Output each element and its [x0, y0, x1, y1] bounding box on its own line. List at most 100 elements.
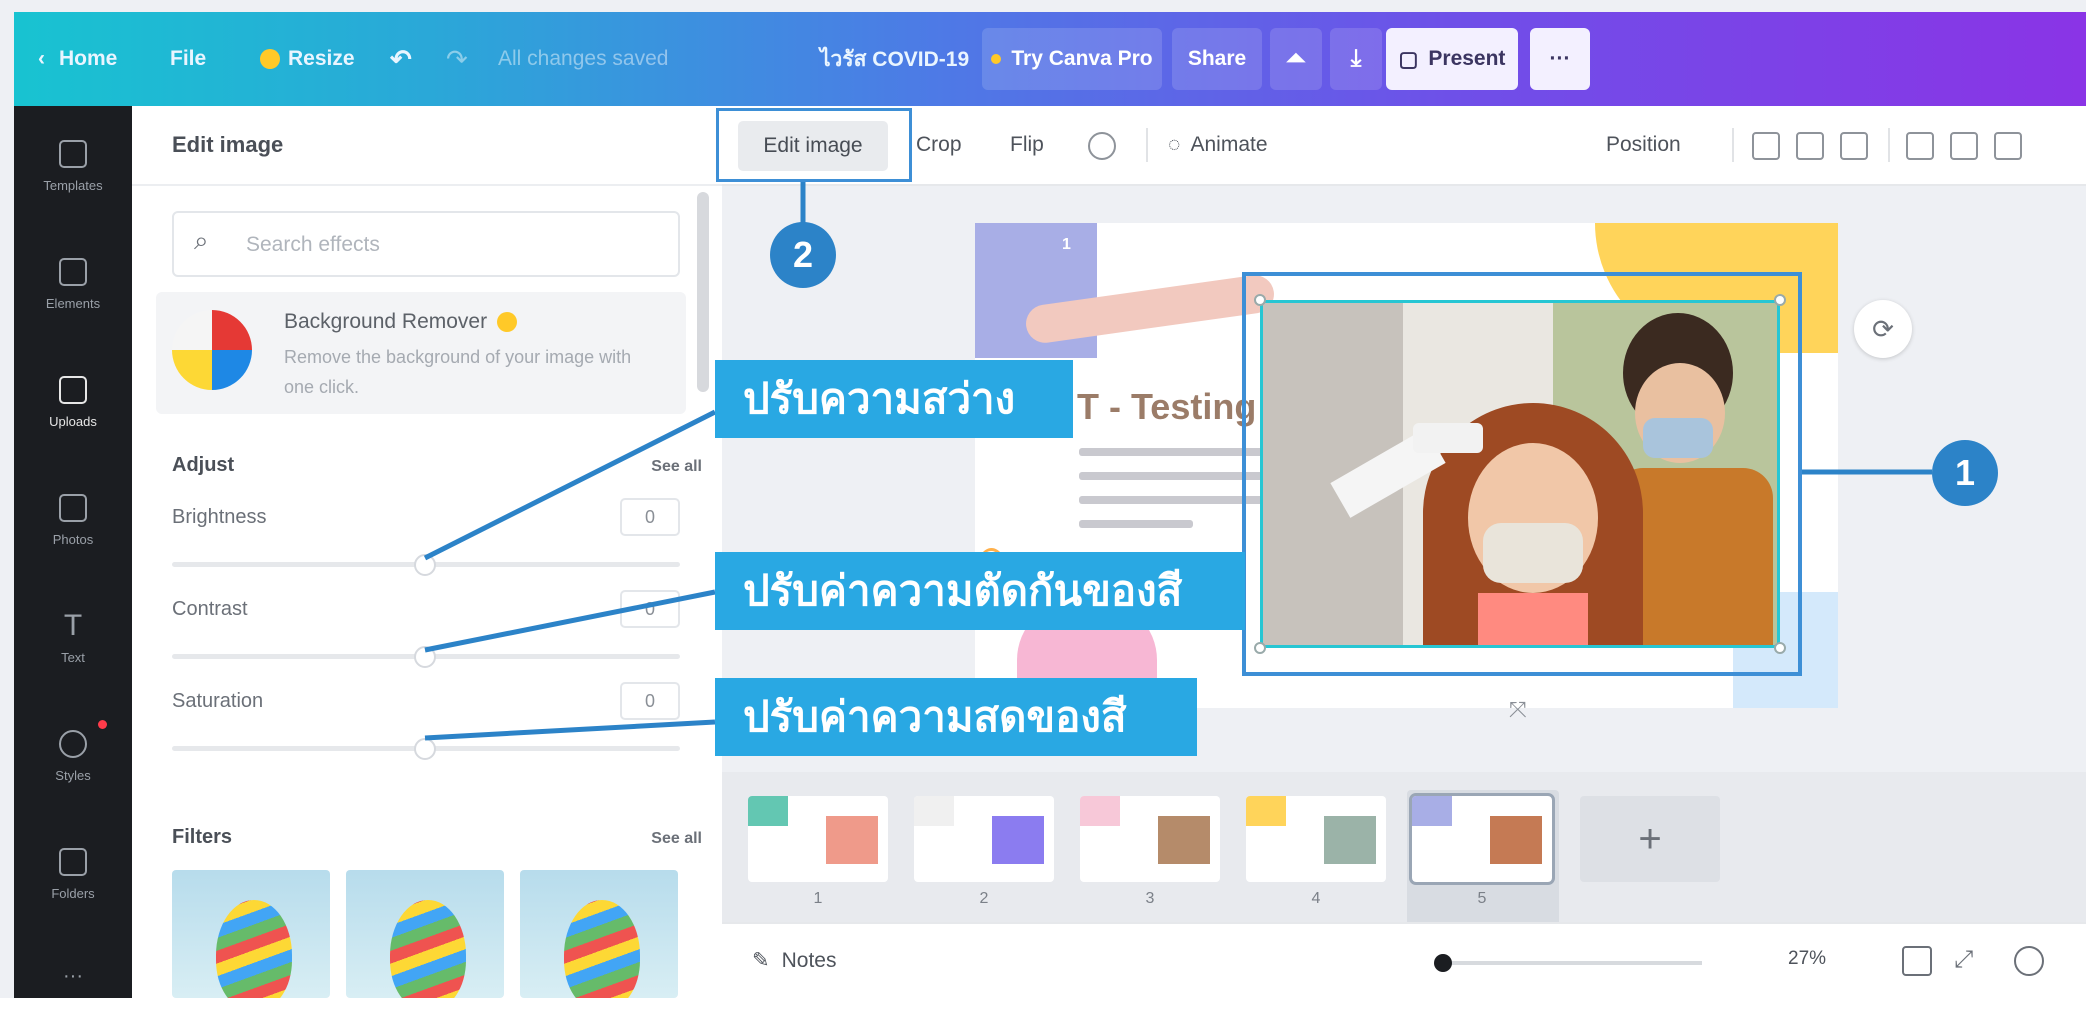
brightness-value[interactable]: 0	[620, 498, 680, 536]
brightness-slider-knob[interactable]	[414, 554, 436, 576]
edit-image-panel: Edit image ⌕ Search effects Background R…	[132, 106, 722, 998]
fullscreen-icon[interactable]: ⤢	[1954, 946, 1984, 976]
resize-label: Resize	[288, 47, 355, 70]
background-remover-card[interactable]: Background Remover Remove the background…	[156, 292, 686, 414]
pro-crown-icon	[497, 312, 518, 333]
panel-header: Edit image	[132, 106, 722, 186]
resize-handle[interactable]	[1774, 294, 1786, 306]
divider	[1888, 128, 1890, 162]
duplicate-icon[interactable]	[1950, 132, 1978, 160]
text-icon: T	[63, 608, 83, 642]
info-icon[interactable]	[1088, 132, 1116, 160]
document-title[interactable]: ไวรัส COVID-19	[820, 12, 969, 106]
filter-thumbnail[interactable]	[520, 870, 678, 998]
resize-button[interactable]: Resize	[260, 12, 355, 106]
rail-text[interactable]: T Text	[14, 588, 132, 688]
resize-handle[interactable]	[1254, 642, 1266, 654]
add-page-button[interactable]: +	[1580, 796, 1720, 882]
rotate-icon[interactable]: ⟳	[1854, 300, 1912, 358]
notes-button[interactable]: ✎ Notes	[752, 948, 836, 973]
trash-icon[interactable]	[1994, 132, 2022, 160]
panel-scrollbar[interactable]	[697, 192, 709, 392]
rail-templates[interactable]: Templates	[14, 116, 132, 216]
position-button[interactable]: Position	[1606, 106, 1681, 184]
crop-button[interactable]: Crop	[916, 106, 962, 184]
rail-label: Folders	[51, 885, 95, 901]
rail-uploads[interactable]: Uploads	[14, 352, 132, 452]
lock-icon[interactable]	[1906, 132, 1934, 160]
saturation-value[interactable]: 0	[620, 682, 680, 720]
pro-dot-icon	[991, 54, 1002, 64]
page-thumbnail-selected[interactable]	[1409, 793, 1555, 885]
contrast-callout: ปรับค่าความตัดกันของสี	[715, 552, 1245, 630]
bg-remover-title: Background Remover	[284, 310, 518, 334]
share-button[interactable]: Share	[1172, 28, 1262, 90]
bottom-bar: ✎ Notes 27% ⤢	[722, 922, 2086, 1000]
animate-label: Animate	[1190, 133, 1268, 156]
search-icon: ⌕	[194, 225, 209, 255]
styles-icon	[59, 729, 87, 758]
move-icon[interactable]: ⤧	[1509, 697, 1527, 723]
page-number: 4	[1311, 890, 1321, 907]
rail-styles[interactable]: Styles	[14, 706, 132, 806]
present-button[interactable]: ▢ Present	[1386, 28, 1518, 90]
bg-remover-description: Remove the background of your image with…	[284, 347, 632, 397]
paint-format-icon[interactable]	[1752, 132, 1780, 160]
templates-icon	[59, 139, 87, 168]
bg-remover-title-text: Background Remover	[284, 310, 488, 333]
saturation-callout: ปรับค่าความสดของสี	[715, 678, 1197, 756]
rail-elements[interactable]: Elements	[14, 234, 132, 334]
panel-title: Edit image	[172, 132, 284, 157]
contrast-value[interactable]: 0	[620, 590, 680, 628]
rail-label: Styles	[55, 767, 91, 783]
link-icon[interactable]	[1840, 132, 1868, 160]
flip-button[interactable]: Flip	[1010, 106, 1044, 184]
page-thumbnail[interactable]	[914, 796, 1054, 882]
rail-photos[interactable]: Photos	[14, 470, 132, 570]
brightness-callout: ปรับความสว่าง	[715, 360, 1073, 438]
notification-dot	[98, 720, 107, 729]
rail-label: Elements	[45, 295, 101, 311]
edit-image-highlight	[716, 108, 912, 182]
uploads-icon	[59, 375, 87, 404]
try-canva-pro-button[interactable]: Try Canva Pro	[982, 28, 1162, 90]
page-number: 1	[813, 890, 823, 907]
stats-icon[interactable]: ⏶	[1270, 28, 1322, 90]
filter-thumbnail[interactable]	[172, 870, 330, 998]
zoom-slider[interactable]	[1442, 961, 1702, 965]
covid-testing-photo[interactable]	[1260, 300, 1780, 648]
zoom-level[interactable]: 27%	[1788, 948, 1826, 970]
page-thumbnail[interactable]	[1246, 796, 1386, 882]
page-thumbnail[interactable]	[1080, 796, 1220, 882]
notes-icon: ✎	[752, 949, 770, 972]
resize-handle[interactable]	[1254, 294, 1266, 306]
filters-see-all-link[interactable]: See all	[651, 830, 702, 848]
help-icon[interactable]	[2014, 946, 2044, 976]
rail-folders[interactable]: Folders	[14, 824, 132, 924]
undo-icon[interactable]: ↶	[390, 12, 412, 106]
filters-heading: Filters	[172, 826, 233, 848]
filter-thumbnail[interactable]	[346, 870, 504, 998]
zoom-slider-knob[interactable]	[1434, 954, 1452, 972]
home-button[interactable]: ‹ Home	[38, 12, 117, 106]
rail-more[interactable]: ···	[14, 926, 132, 1026]
redo-icon[interactable]: ↷	[446, 12, 468, 106]
page-count-icon[interactable]	[1902, 946, 1932, 976]
photos-icon	[59, 493, 87, 522]
contrast-slider-knob[interactable]	[414, 646, 436, 668]
more-options-button[interactable]: ···	[1530, 28, 1590, 90]
file-menu[interactable]: File	[170, 12, 206, 106]
search-effects-input[interactable]: ⌕ Search effects	[172, 211, 680, 277]
beach-ball-thumbnail	[172, 310, 252, 390]
slide-title[interactable]: T - Testing	[1077, 386, 1256, 428]
download-icon[interactable]: ⤓	[1330, 28, 1382, 90]
adjust-see-all-link[interactable]: See all	[651, 458, 702, 476]
slide-body-text[interactable]	[1079, 448, 1269, 544]
page-thumbnail[interactable]	[748, 796, 888, 882]
resize-handle[interactable]	[1774, 642, 1786, 654]
photo-boy-mask	[1643, 418, 1713, 458]
divider	[1732, 128, 1734, 162]
animate-button[interactable]: ◌ Animate	[1168, 106, 1268, 184]
saturation-slider-knob[interactable]	[414, 738, 436, 760]
transparency-icon[interactable]	[1796, 132, 1824, 160]
